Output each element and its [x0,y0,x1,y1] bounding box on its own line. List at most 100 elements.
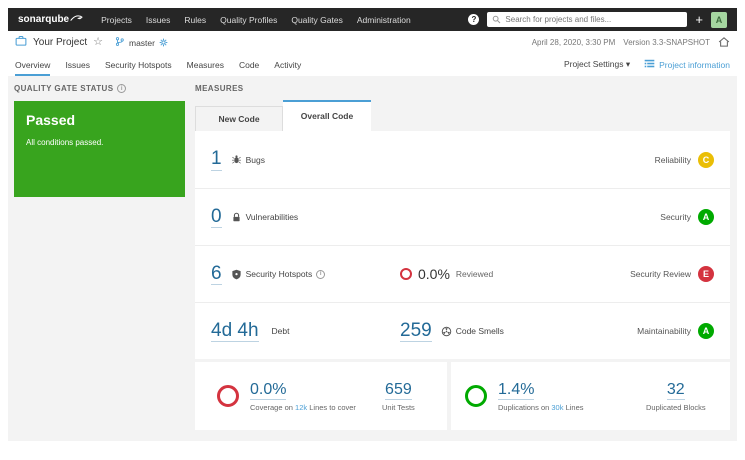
quality-gate-heading: QUALITY GATE STATUS i [14,84,185,93]
nav-item-projects[interactable]: Projects [101,15,132,25]
duplicated-blocks-count[interactable]: 32 [666,380,685,401]
debt-value[interactable]: 4d 4h [211,320,259,343]
reviewed-percentage: 0.0% [418,266,450,282]
unit-tests-label: Unit Tests [382,403,415,413]
unit-tests-block: 659 Unit Tests [382,380,415,412]
nav-item-quality-gates[interactable]: Quality Gates [291,15,343,25]
quality-gate-description: All conditions passed. [26,138,104,147]
security-group: Security A [660,209,714,225]
maintainability-group: Maintainability A [637,323,714,339]
project-information-icon [644,58,655,71]
navbar-right: ? + A [468,11,727,28]
branch-gear-icon[interactable] [159,34,168,52]
reviewed-group: 0.0% Reviewed [400,266,493,282]
tab-measures[interactable]: Measures [187,60,224,76]
bugs-count[interactable]: 1 [211,148,222,171]
info-icon: i [316,269,326,279]
vulnerabilities-count[interactable]: 0 [211,206,222,229]
project-title[interactable]: Your Project [33,37,87,48]
lines-to-cover-link[interactable]: 12k [295,403,307,412]
tab-activity[interactable]: Activity [274,60,301,76]
home-icon[interactable] [718,36,730,50]
security-hotspots-count[interactable]: 6 [211,263,222,286]
quality-gate-heading-label: QUALITY GATE STATUS [14,84,114,93]
favorite-star-icon[interactable]: ☆ [93,37,103,48]
tab-new-code[interactable]: New Code [195,106,283,131]
tab-overview[interactable]: Overview [15,60,51,76]
maintainability-rating-badge: A [698,323,714,339]
top-navbar: sonarqube Projects Issues Rules Quality … [8,8,737,31]
analysis-meta: April 28, 2020, 3:30 PM Version 3.3-SNAP… [532,36,730,50]
project-information-button[interactable]: Project information [644,58,730,71]
avatar[interactable]: A [711,11,727,28]
tab-code[interactable]: Code [239,60,259,76]
code-smells-count[interactable]: 259 [400,320,432,343]
coverage-label-prefix: Coverage on [250,403,293,413]
debt-label: Debt [271,326,290,336]
sonarqube-swoosh-icon [70,14,83,25]
coverage-card: 0.0% Coverage on 12k Lines to cover 659 … [195,362,447,430]
nav-item-rules[interactable]: Rules [184,15,206,25]
analysis-version: Version 3.3-SNAPSHOT [623,38,710,47]
security-hotspots-label-text: Security Hotspots [245,269,313,279]
duplications-percentage[interactable]: 1.4% [498,380,535,401]
analysis-date: April 28, 2020, 3:30 PM [531,38,616,47]
quality-gate-column: QUALITY GATE STATUS i Passed All conditi… [14,84,195,441]
security-review-group: Security Review E [630,266,714,282]
security-hotspots-label: Security Hotspots i [246,269,326,279]
measures-heading: MEASURES [195,84,730,93]
nav-item-quality-profiles[interactable]: Quality Profiles [220,15,277,25]
duplications-label-suffix: Lines [565,403,584,413]
main-nav: Projects Issues Rules Quality Profiles Q… [101,15,411,25]
nav-item-administration[interactable]: Administration [357,15,411,25]
coverage-percentage[interactable]: 0.0% [250,380,287,401]
sonarqube-logo[interactable]: sonarqube [18,14,83,25]
reviewed-ring-icon [400,268,412,280]
branch-selector[interactable]: master [115,34,168,52]
project-settings-label: Project Settings [563,59,624,69]
project-nav-tabs: Overview Issues Security Hotspots Measur… [8,54,737,76]
sonarqube-logo-text: sonarqube [18,14,70,25]
tab-issues[interactable]: Issues [65,60,90,76]
tab-security-hotspots[interactable]: Security Hotspots [105,60,172,76]
measure-row-bugs: 1 Bugs Reliability C [195,131,730,188]
unit-tests-count[interactable]: 659 [385,380,412,401]
coverage-group: 0.0% Coverage on 12k Lines to cover [250,380,382,412]
security-review-label: Security Review [630,269,691,279]
measure-row-vulnerabilities: 0 Vulnerabilities Security A [195,188,730,245]
duplications-label-prefix: Duplications on [498,403,550,413]
global-search[interactable] [487,12,688,27]
security-label: Security [660,212,691,222]
help-icon[interactable]: ? [468,14,480,25]
measure-row-security-hotspots: 6 Security Hotspots i 0.0% Reviewed Secu… [195,245,730,302]
measures-column: MEASURES New Code Overall Code 1 Bugs Re… [195,84,730,441]
quality-gate-status-card: Passed All conditions passed. [14,101,185,197]
duplications-ring-icon [465,385,487,407]
project-settings-dropdown[interactable]: Project Settings ▾ [564,59,630,70]
shield-icon [231,269,242,280]
security-review-rating-badge: E [698,266,714,282]
branch-name: master [128,37,155,48]
overview-main: QUALITY GATE STATUS i Passed All conditi… [8,76,737,441]
add-button[interactable]: + [695,13,703,26]
duplicated-blocks-block: 32 Duplicated Blocks [646,380,706,412]
bugs-label: Bugs [245,154,265,165]
reviewed-label: Reviewed [455,269,494,279]
duplications-sublabel: Duplications on 30k Lines [498,403,646,412]
app-frame: sonarqube Projects Issues Rules Quality … [8,8,737,441]
security-rating-badge: A [698,209,714,225]
project-header: Your Project ☆ master April 28, 2020, 3:… [8,31,737,54]
vulnerabilities-label: Vulnerabilities [245,212,299,222]
search-input[interactable] [505,15,683,24]
nav-item-issues[interactable]: Issues [146,15,171,25]
duplicated-lines-link[interactable]: 30k [551,403,563,412]
tab-overall-code[interactable]: Overall Code [283,100,371,131]
quality-gate-status: Passed [26,112,76,128]
project-nav-right: Project Settings ▾ Project information [564,58,730,76]
duplications-group: 1.4% Duplications on 30k Lines [498,380,646,412]
code-smell-icon [441,326,452,337]
info-icon: i [117,84,127,93]
branch-icon [115,34,125,52]
duplicated-blocks-label: Duplicated Blocks [646,403,706,413]
maintainability-label: Maintainability [637,326,691,336]
